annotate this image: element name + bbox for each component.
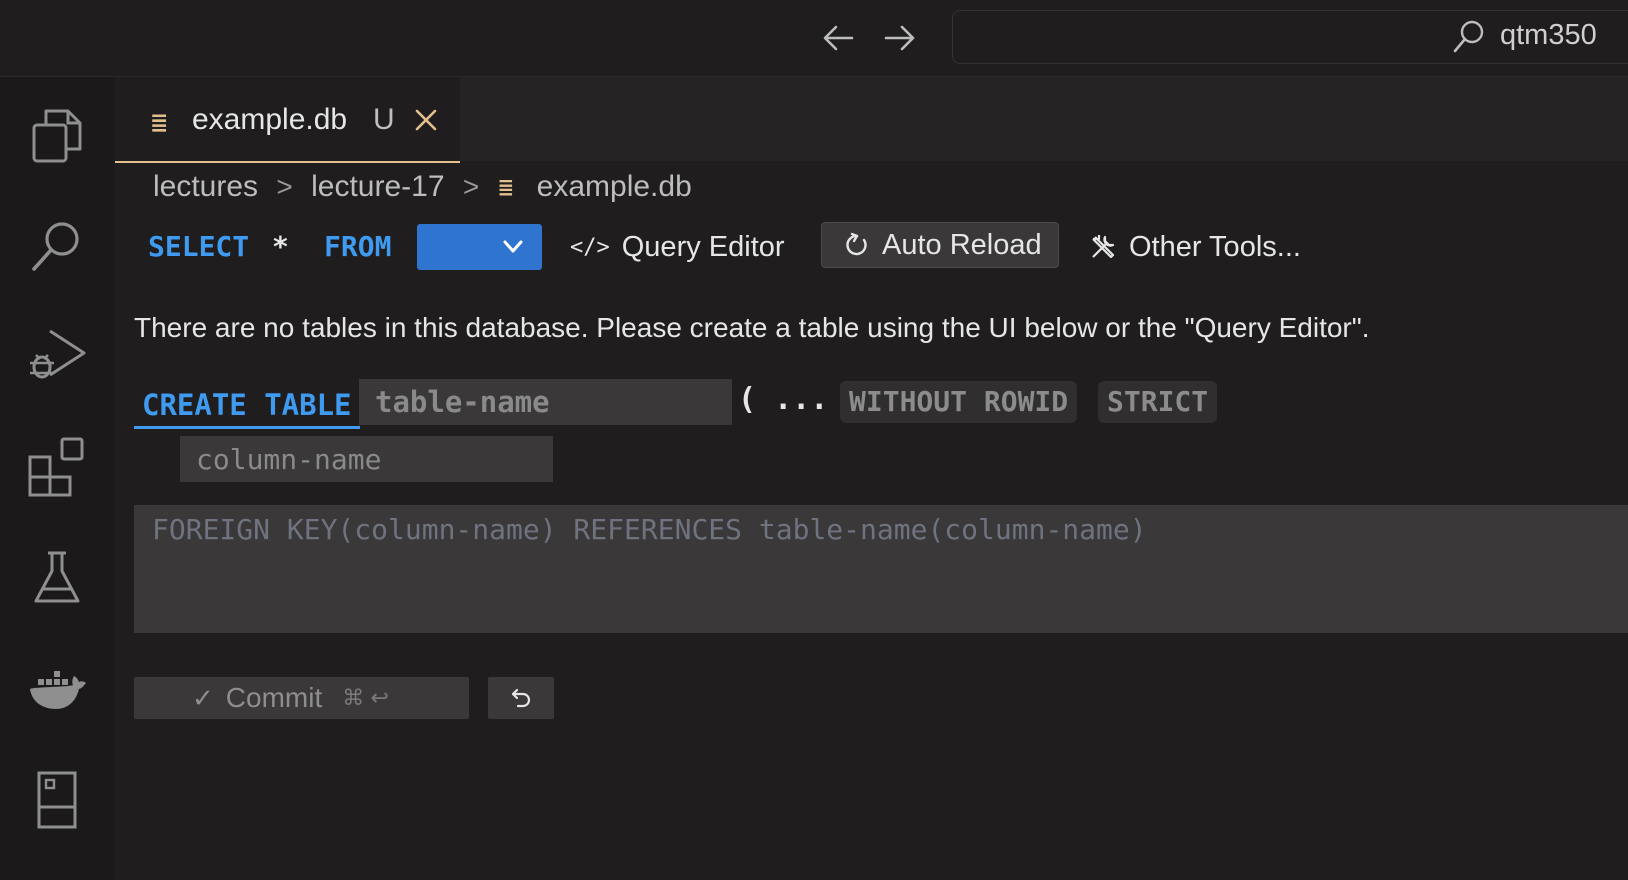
breadcrumb: lectures > lecture-17 > ≣ example.db — [153, 169, 692, 209]
activity-bar — [0, 77, 115, 880]
sqlite-viewer-panel: SELECT * FROM </> Query Editor Auto Relo… — [115, 216, 1628, 880]
tab-bar: ≣ example.db U — [115, 77, 1628, 163]
extensions-icon[interactable] — [26, 435, 88, 497]
search-text: qtm350 — [1500, 19, 1597, 51]
table-name-input[interactable] — [359, 379, 732, 425]
undo-icon — [511, 688, 531, 708]
run-debug-icon[interactable] — [26, 325, 88, 387]
other-tools-label: Other Tools... — [1129, 230, 1301, 263]
other-tools-button[interactable]: Other Tools... — [1089, 224, 1301, 270]
chevron-down-icon — [503, 240, 523, 253]
tab-label: example.db — [192, 103, 348, 136]
forward-arrow-icon[interactable] — [880, 18, 920, 58]
untracked-status-badge: U — [373, 103, 395, 136]
undo-button[interactable] — [488, 677, 554, 719]
chevron-right-icon: > — [462, 171, 480, 203]
check-icon: ✓ — [192, 682, 214, 713]
query-editor-label: Query Editor — [621, 230, 785, 263]
back-arrow-icon[interactable] — [818, 18, 858, 58]
select-keyword: SELECT — [148, 230, 250, 263]
column-name-input[interactable] — [180, 436, 553, 482]
database-file-icon: ≣ — [497, 176, 515, 199]
chevron-right-icon: > — [276, 171, 293, 203]
table-constraints-textarea[interactable] — [134, 505, 1628, 633]
auto-reload-label: Auto Reload — [882, 228, 1042, 261]
search-icon[interactable] — [26, 215, 88, 277]
commit-shortcut: ⌘ ↩ — [342, 685, 389, 710]
tools-icon — [1092, 235, 1115, 259]
strict-toggle[interactable]: STRICT — [1098, 381, 1218, 423]
docker-icon[interactable] — [26, 659, 88, 721]
no-tables-message: There are no tables in this database. Pl… — [134, 312, 1370, 343]
commit-button[interactable]: ✓ Commit ⌘ ↩ — [134, 677, 469, 719]
query-editor-button[interactable]: </> Query Editor — [570, 224, 785, 270]
close-icon[interactable] — [411, 105, 441, 135]
testing-icon[interactable] — [26, 547, 88, 609]
database-file-icon: ≣ — [150, 110, 169, 135]
editor-area: ≣ example.db U lectures > lecture-17 > ≣… — [115, 77, 1628, 880]
without-rowid-toggle[interactable]: WITHOUT ROWID — [840, 381, 1078, 423]
breadcrumb-item-lecture-17[interactable]: lecture-17 — [311, 170, 444, 204]
search-icon — [1450, 18, 1486, 56]
breadcrumb-item-lectures[interactable]: lectures — [153, 170, 258, 204]
code-icon: </> — [570, 234, 610, 260]
table-select-dropdown[interactable] — [417, 224, 542, 270]
breadcrumb-item-example-db[interactable]: example.db — [537, 170, 692, 204]
star-symbol: * — [272, 230, 289, 263]
from-keyword: FROM — [324, 230, 392, 263]
remote-explorer-icon[interactable] — [26, 767, 88, 829]
commit-label: Commit — [225, 682, 323, 713]
files-icon[interactable] — [26, 103, 88, 165]
refresh-icon — [846, 232, 867, 256]
tab-example-db[interactable]: ≣ example.db U — [115, 77, 460, 163]
create-table-keyword: CREATE TABLE — [134, 384, 360, 429]
auto-reload-button[interactable]: Auto Reload — [821, 222, 1059, 268]
title-bar: qtm350 — [0, 0, 1628, 77]
